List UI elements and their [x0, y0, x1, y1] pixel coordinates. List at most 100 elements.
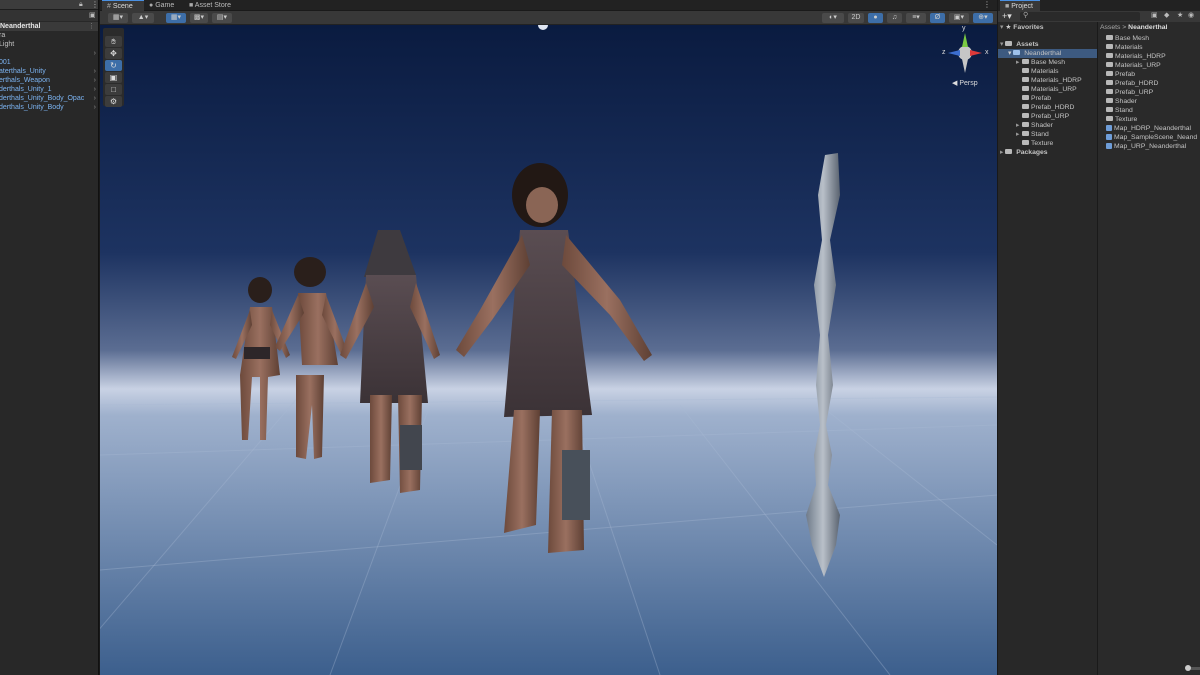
file-item[interactable]: Map_SampleScene_Neand [1106, 133, 1197, 142]
sphere-icon: ◐▾ [829, 14, 837, 21]
rotate-tool-button[interactable]: ↻ [105, 60, 122, 71]
menu-dots-icon[interactable]: ⋮ [983, 0, 991, 9]
filter-label-icon[interactable]: ◆ [1164, 11, 1169, 19]
file-item-label: Materials_URP [1115, 62, 1161, 69]
file-item[interactable]: Prefab [1106, 70, 1135, 79]
breadcrumb-assets[interactable]: Assets [1100, 24, 1120, 31]
hierarchy-item[interactable]: derthals_Unity_Body_Opac › [0, 94, 98, 103]
file-item[interactable]: Materials_HDRP [1106, 52, 1166, 61]
file-item[interactable]: Base Mesh [1106, 34, 1149, 43]
hidden-packages-icon[interactable]: ◉ [1188, 11, 1194, 19]
hierarchy-item[interactable]: aterthals_Unity › [0, 67, 98, 76]
tree-folder-item[interactable]: ▸ Shader [1016, 121, 1053, 130]
effects-dropdown[interactable]: ≡▾ [906, 13, 926, 23]
folder-icon [1005, 149, 1013, 154]
filter-type-icon[interactable]: ▣ [1151, 11, 1158, 19]
tab-project[interactable]: ■ Project [1000, 0, 1040, 11]
expand-arrow-icon[interactable]: › [94, 85, 96, 94]
menu-dots-icon[interactable]: ⋮ [88, 22, 95, 31]
gizmos-dropdown[interactable]: ⊕▾ [973, 13, 993, 23]
project-search-input[interactable]: ⚲ [1020, 12, 1140, 21]
grid-snap-button[interactable]: ▦▾ [166, 13, 186, 23]
audio-toggle-button[interactable]: ♫ [887, 13, 902, 23]
tree-folder-item[interactable]: Materials_HDRP [1016, 76, 1082, 85]
project-toolbar: +▾ ⚲ ▣ ◆ ★ ◉ [998, 11, 1200, 22]
lighting-toggle-button[interactable]: ● [868, 13, 883, 23]
expand-arrow-icon[interactable]: › [94, 67, 96, 76]
star-icon: ★ [1005, 24, 1012, 31]
breadcrumb-neanderthal[interactable]: Neanderthal [1128, 24, 1167, 31]
hierarchy-item[interactable]: › [0, 49, 98, 58]
neanderthal-row[interactable]: ▾ Neanderthal [998, 49, 1097, 58]
tree-folder-item[interactable]: Texture [1016, 139, 1053, 148]
file-item[interactable]: Map_URP_Neanderthal [1106, 142, 1186, 151]
tree-folder-item[interactable]: Prefab_URP [1016, 112, 1069, 121]
tree-folder-item[interactable]: Materials [1016, 67, 1059, 76]
file-item[interactable]: Materials [1106, 43, 1143, 52]
scale-tool-button[interactable]: ▣ [105, 72, 122, 83]
lock-icon[interactable]: 🔒︎ [79, 1, 83, 9]
camera-dropdown[interactable]: ▣▾ [949, 13, 969, 23]
file-item[interactable]: Stand [1106, 106, 1133, 115]
hand-icon: ✋︎ [111, 37, 116, 46]
hierarchy-item[interactable]: Light [0, 40, 98, 49]
menu-dots-icon[interactable]: ⋮ [91, 0, 98, 9]
gizmo-x-label: x [985, 49, 989, 56]
hierarchy-item-label: derthals_Unity_1 [0, 86, 52, 93]
hierarchy-item[interactable]: erthals_Weapon › [0, 76, 98, 85]
shading-mode-dropdown[interactable]: ◐▾ [822, 13, 844, 23]
scene-viewport[interactable]: y x z ◀ Persp [100, 25, 997, 675]
zoom-slider-handle[interactable] [1185, 665, 1191, 671]
increment-snap-button[interactable]: ▤▾ [212, 13, 232, 23]
favorites-row[interactable]: ▾ ★ Favorites [1000, 23, 1044, 32]
tree-folder-item[interactable]: ▸ Base Mesh [1016, 58, 1065, 67]
tab-scene[interactable]: # Scene [102, 0, 144, 11]
file-item[interactable]: Prefab_URP [1106, 88, 1153, 97]
tab-asset-store-label: Asset Store [194, 2, 231, 9]
toggle-2d-button[interactable]: 2D [848, 13, 864, 23]
tab-game[interactable]: ● Game [144, 0, 184, 11]
assets-row[interactable]: ▾ Assets [1000, 40, 1039, 49]
tree-folder-item[interactable]: Prefab_HDRD [1016, 103, 1074, 112]
bag-icon: ■ [189, 2, 194, 9]
tree-folder-label: Materials [1031, 68, 1059, 75]
scene-tab-bar: # Scene ● Game ■ Asset Store ⋮ [100, 0, 997, 11]
hierarchy-item[interactable]: derthals_Unity_Body › [0, 103, 98, 112]
hierarchy-selected-item[interactable]: Neanderthal ⋮ [0, 22, 98, 31]
add-icon[interactable]: +▾ [1002, 11, 1012, 22]
file-item[interactable]: Shader [1106, 97, 1137, 106]
transform-tool-button[interactable]: ⚙︎ [105, 96, 122, 107]
scene-toolbar: ▦▾ ▲▾ ▦▾ ▩▾ ▤▾ ◐▾ 2D ● ♫ ≡▾ Ø ▣▾ ⊕▾ [100, 11, 997, 25]
expand-arrow-icon[interactable]: › [94, 94, 96, 103]
hierarchy-item[interactable]: derthals_Unity_1 › [0, 85, 98, 94]
folder-icon: ■ [1005, 3, 1010, 10]
expand-arrow-icon[interactable]: › [94, 49, 96, 58]
tab-asset-store[interactable]: ■ Asset Store [184, 0, 244, 11]
tree-folder-item[interactable]: ▸ Stand [1016, 130, 1049, 139]
file-item[interactable]: Map_HDRP_Neanderthal [1106, 124, 1191, 133]
tree-folder-item[interactable]: Materials_URP [1016, 85, 1077, 94]
expand-arrow-icon[interactable]: › [94, 103, 96, 112]
audio-icon: ♫ [891, 14, 898, 21]
move-tool-button[interactable]: ✥ [105, 48, 122, 59]
gizmo-persp-label[interactable]: ◀ Persp [952, 79, 978, 87]
file-item[interactable]: Texture [1106, 115, 1137, 124]
file-item[interactable]: Materials_URP [1106, 61, 1161, 70]
scene-search-icon[interactable]: ▣ [89, 11, 96, 19]
hierarchy-item[interactable]: 001 [0, 58, 98, 67]
breadcrumb: Assets > Neanderthal [1100, 23, 1167, 32]
hierarchy-item[interactable]: ra [0, 31, 98, 40]
hand-tool-button[interactable]: ✋︎ [105, 36, 122, 47]
packages-row[interactable]: ▸ Packages [1000, 148, 1048, 157]
tree-folder-item[interactable]: Prefab [1016, 94, 1051, 103]
zoom-slider[interactable] [1185, 665, 1200, 671]
pivot-dropdown[interactable]: ▲▾ [132, 13, 154, 23]
hidden-objects-toggle[interactable]: Ø [930, 13, 945, 23]
expand-arrow-icon[interactable]: › [94, 76, 96, 85]
expand-arrow-icon: ▾ [1008, 50, 1012, 57]
favorite-icon[interactable]: ★ [1177, 11, 1183, 19]
rect-tool-button[interactable]: □ [105, 84, 122, 95]
draw-mode-dropdown[interactable]: ▦▾ [108, 13, 128, 23]
file-item[interactable]: Prefab_HDRD [1106, 79, 1158, 88]
snap-increment-button[interactable]: ▩▾ [190, 13, 208, 23]
